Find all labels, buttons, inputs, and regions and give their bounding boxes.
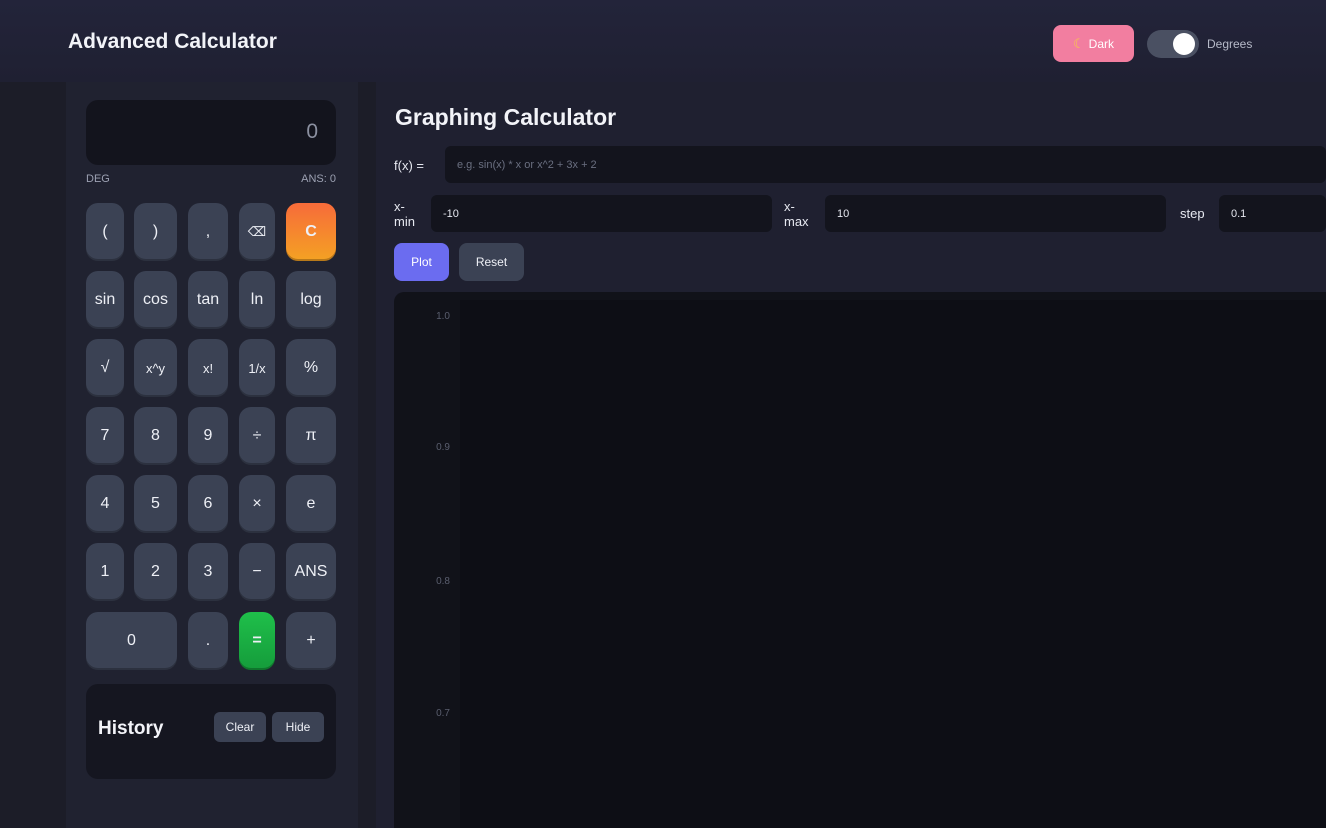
key-3[interactable]: 3 — [188, 543, 228, 601]
key-minus[interactable]: − — [239, 543, 275, 601]
key-sqrt[interactable]: √ — [86, 339, 124, 397]
history-hide-button[interactable]: Hide — [272, 712, 324, 742]
key-pi[interactable]: π — [286, 407, 336, 465]
key-ans[interactable]: ANS — [286, 543, 336, 601]
history-clear-button[interactable]: Clear — [214, 712, 266, 742]
key-decimal[interactable]: . — [188, 612, 228, 670]
graph-title: Graphing Calculator — [395, 104, 617, 130]
plot-button[interactable]: Plot — [394, 243, 449, 281]
step-input[interactable] — [1219, 195, 1326, 232]
key-multiply[interactable]: × — [239, 475, 275, 533]
moon-icon: ☾ — [1073, 35, 1085, 51]
xmax-label-line2: max — [784, 214, 809, 229]
key-cos[interactable]: cos — [134, 271, 177, 329]
key-factorial[interactable]: x! — [188, 339, 228, 397]
plot-canvas[interactable] — [460, 300, 1326, 828]
key-sin[interactable]: sin — [86, 271, 124, 329]
fx-label: f(x) = — [394, 158, 424, 173]
theme-toggle-button[interactable]: ☾ Dark — [1053, 25, 1134, 62]
reset-button[interactable]: Reset — [459, 243, 524, 281]
function-input[interactable] — [445, 146, 1326, 183]
angle-mode-indicator: DEG — [86, 173, 110, 185]
degrees-toggle[interactable] — [1147, 30, 1199, 58]
key-4[interactable]: 4 — [86, 475, 124, 533]
calculator-display: 0 — [86, 100, 336, 165]
xmin-label-line2: min — [394, 214, 415, 229]
history-title: History — [98, 718, 164, 739]
y-tick-label: 1.0 — [436, 311, 450, 322]
theme-label: Dark — [1088, 36, 1114, 51]
backspace-icon[interactable]: ⌫ — [239, 203, 275, 261]
toggle-knob — [1173, 33, 1195, 55]
degrees-label: Degrees — [1207, 37, 1253, 51]
key-log[interactable]: log — [286, 271, 336, 329]
key-7[interactable]: 7 — [86, 407, 124, 465]
key-reciprocal[interactable]: 1/x — [239, 339, 275, 397]
history-panel: History Clear Hide — [86, 684, 336, 779]
key-5[interactable]: 5 — [134, 475, 177, 533]
y-tick-label: 0.7 — [436, 708, 450, 719]
key-e[interactable]: e — [286, 475, 336, 533]
key-0[interactable]: 0 — [86, 612, 177, 670]
key-right-paren[interactable]: ) — [134, 203, 177, 261]
key-6[interactable]: 6 — [188, 475, 228, 533]
key-equals[interactable]: = — [239, 612, 275, 670]
xmin-label: x- min — [394, 199, 415, 229]
key-9[interactable]: 9 — [188, 407, 228, 465]
key-left-paren[interactable]: ( — [86, 203, 124, 261]
key-1[interactable]: 1 — [86, 543, 124, 601]
step-label: step — [1180, 206, 1205, 221]
clear-button[interactable]: C — [286, 203, 336, 261]
key-8[interactable]: 8 — [134, 407, 177, 465]
display-value: 0 — [306, 120, 318, 143]
y-tick-label: 0.8 — [436, 576, 450, 587]
app-title: Advanced Calculator — [68, 30, 277, 53]
key-tan[interactable]: tan — [188, 271, 228, 329]
key-percent[interactable]: % — [286, 339, 336, 397]
xmin-label-line1: x- — [394, 199, 405, 214]
key-comma[interactable]: , — [188, 203, 228, 261]
key-ln[interactable]: ln — [239, 271, 275, 329]
key-plus[interactable]: + — [286, 612, 336, 670]
y-tick-label: 0.9 — [436, 442, 450, 453]
xmax-input[interactable] — [825, 195, 1166, 232]
key-power[interactable]: x^y — [134, 339, 177, 397]
key-divide[interactable]: ÷ — [239, 407, 275, 465]
xmax-label: x- max — [784, 199, 809, 229]
xmin-input[interactable] — [431, 195, 772, 232]
xmax-label-line1: x- — [784, 199, 795, 214]
ans-indicator: ANS: 0 — [301, 173, 336, 185]
key-2[interactable]: 2 — [134, 543, 177, 601]
